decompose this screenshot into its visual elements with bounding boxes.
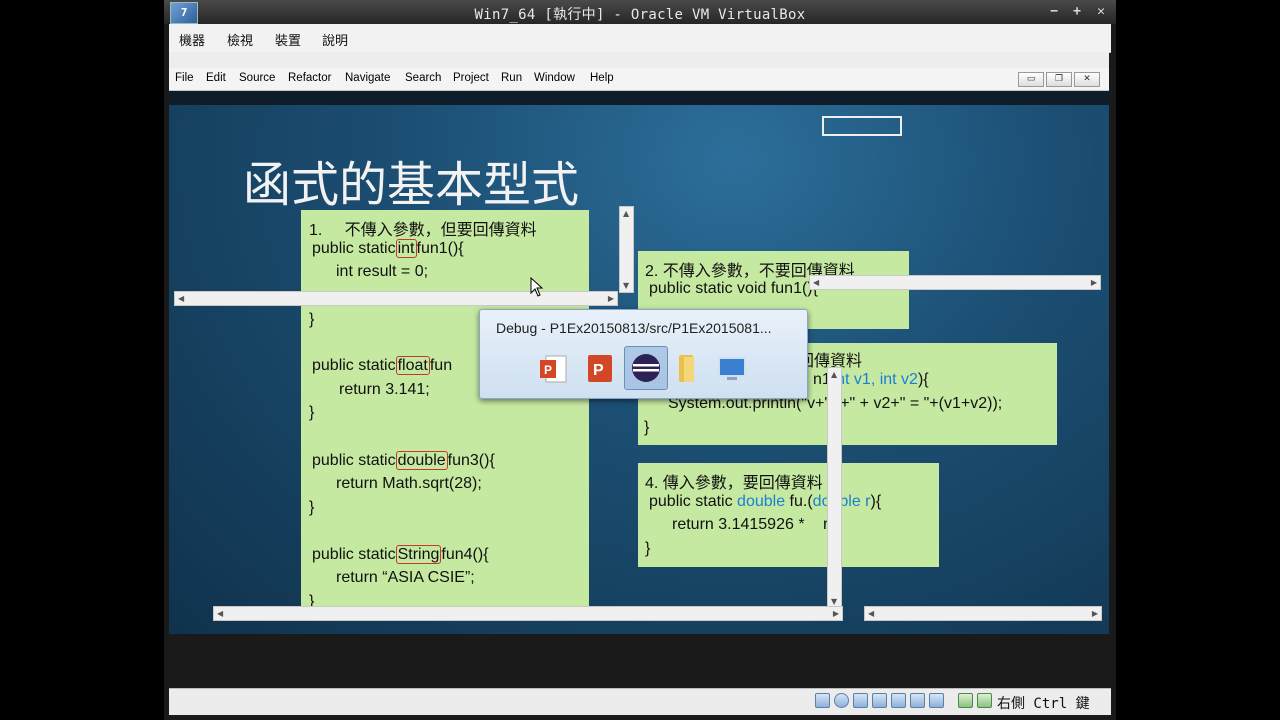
code-line: return Math.sqrt(28); [336,475,482,492]
optical-drive-icon[interactable] [834,693,849,708]
taskbar-thumbnail-popup[interactable]: Debug - P1Ex20150813/src/P1Ex2015081... … [479,309,808,399]
code-line: return 3.1415926 * r; [672,516,833,533]
horizontal-scrollbar[interactable]: ◀ ▶ [864,606,1102,621]
display-icon[interactable] [910,693,925,708]
menu-window[interactable]: Window [534,72,575,84]
guest-screen: File Edit Source Refactor Navigate Searc… [169,52,1109,634]
menu-file[interactable]: File [175,72,194,84]
powerpoint-icon[interactable]: P [582,350,618,386]
capture-icon[interactable] [929,693,944,708]
popup-title: Debug - P1Ex20150813/src/P1Ex2015081... [496,320,772,336]
virtualbox-window: 7 Win7_64 [執行中] - Oracle VM VirtualBox −… [164,0,1116,720]
title-bar[interactable]: 7 Win7_64 [執行中] - Oracle VM VirtualBox −… [164,0,1116,24]
menu-view[interactable]: 檢視 [227,30,253,49]
code-box-1: 1. 不傳入參數，但要回傳資料 public static int fun1(){ … [301,210,589,610]
close-icon[interactable]: ✕ [1089,3,1113,20]
code-line: return “ASIA CSIE”; [336,569,475,586]
slide-title: 函式的基本型式 [243,157,580,213]
eclipse-minimize-icon[interactable]: ▭ [1018,72,1044,87]
code-line: public static void fun1(){ [649,280,818,297]
menu-search[interactable]: Search [405,72,441,84]
box4-heading: 4. 傳入參數，要回傳資料 [645,475,823,492]
code-line: } [644,419,650,436]
code-line: return 3.141; [339,381,430,398]
harddisk-icon[interactable] [815,693,830,708]
code-line: public static double fun3(){ [312,451,495,470]
host-key-label: 右側 Ctrl 鍵 [997,696,1090,712]
svg-text:P: P [593,362,604,379]
network-icon[interactable] [872,693,887,708]
vertical-scrollbar[interactable]: ▲ ▼ [619,206,634,293]
menu-devices[interactable]: 裝置 [275,30,301,49]
box1-heading: 1. 不傳入參數，但要回傳資料 [309,222,537,239]
eclipse-close-icon[interactable]: ✕ [1074,72,1100,87]
shared-folder-icon[interactable] [891,693,906,708]
vertical-scrollbar[interactable]: ▲ ▼ [827,367,842,609]
code-line: public static int fun1(){ [312,239,464,258]
menu-edit[interactable]: Edit [206,72,226,84]
code-line: public static double fu.(double r){ [649,493,882,510]
eclipse-menu-bar: File Edit Source Refactor Navigate Searc… [169,68,1109,91]
horizontal-scrollbar[interactable]: ◀ ▶ [174,291,618,306]
vbox-menu-bar: 機器 檢視 裝置 說明 [169,24,1111,53]
code-line: } [309,499,315,516]
vbox-status-bar: 右側 Ctrl 鍵 [169,688,1111,715]
minimize-icon[interactable]: − [1042,3,1066,20]
menu-project[interactable]: Project [453,72,489,84]
horizontal-scrollbar[interactable]: ◀ ▶ [809,275,1101,290]
remote-desktop-icon[interactable] [714,350,750,386]
window-title: Win7_64 [執行中] - Oracle VM VirtualBox [474,7,806,23]
code-line: public static String fun4(){ [312,545,489,564]
code-line: } [309,311,315,328]
code-line: public static float fun [312,356,453,375]
eclipse-restore-icon[interactable]: ❐ [1046,72,1072,87]
svg-text:P: P [544,363,552,377]
eclipse-icon[interactable] [624,346,668,390]
menu-source[interactable]: Source [239,72,275,84]
menu-refactor[interactable]: Refactor [288,72,331,84]
menu-navigate[interactable]: Navigate [345,72,390,84]
mouse-cursor-icon [530,277,544,297]
menu-help-eclipse[interactable]: Help [590,72,614,84]
menu-run[interactable]: Run [501,72,522,84]
powerpoint-icon[interactable]: P [536,350,572,386]
menu-help[interactable]: 說明 [322,30,348,49]
code-line: } [645,540,651,557]
mouse-integration-icon[interactable] [958,693,973,708]
keyboard-capture-icon[interactable] [977,693,992,708]
menu-machine[interactable]: 機器 [179,30,205,49]
eclipse-title-strip [169,52,1109,68]
folder-icon[interactable] [670,350,706,386]
slide-placeholder-rect [822,116,902,136]
code-box-4: 4. 傳入參數，要回傳資料 public static double fu.(d… [638,463,939,567]
usb-icon[interactable] [853,693,868,708]
code-line: int result = 0; [336,263,429,280]
maximize-icon[interactable]: + [1065,3,1089,20]
horizontal-scrollbar[interactable]: ◀ ▶ [213,606,843,621]
code-line: } [309,404,315,421]
